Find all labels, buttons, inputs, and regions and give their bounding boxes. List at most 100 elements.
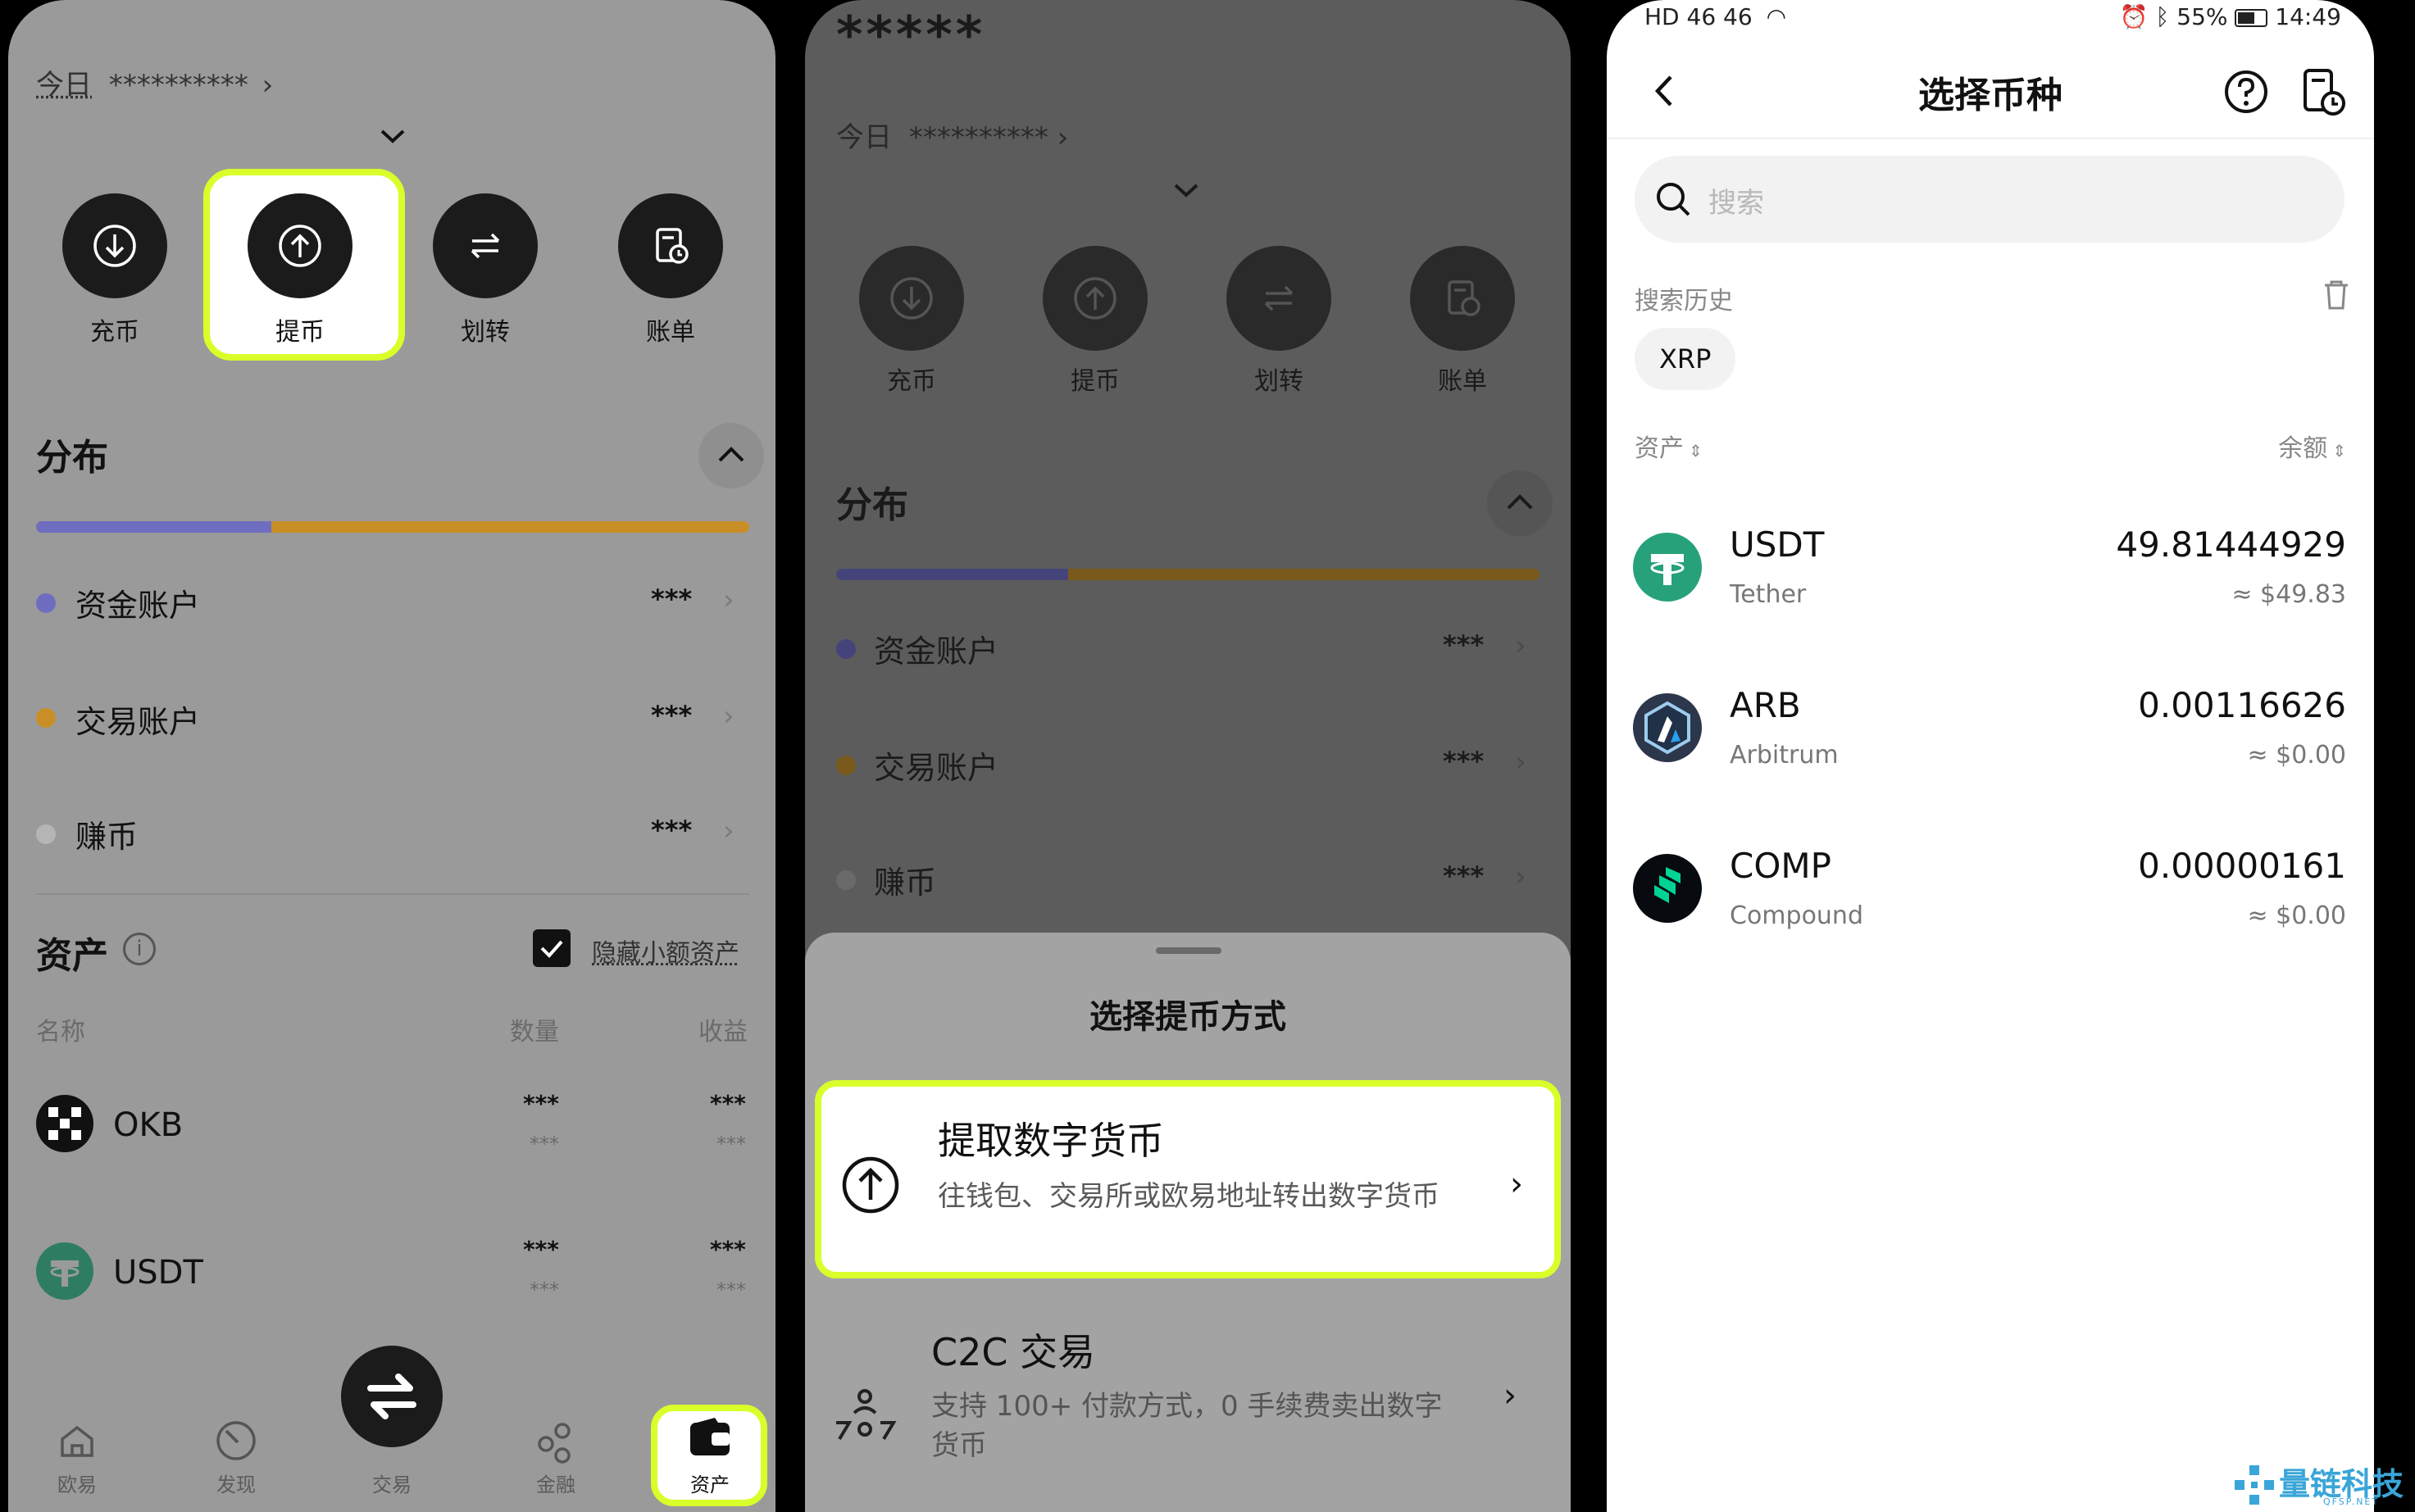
earn-account-value: *** <box>1443 860 1485 892</box>
history-button[interactable] <box>2300 67 2346 120</box>
wallet-icon[interactable] <box>687 1416 733 1462</box>
chevron-right-icon[interactable]: › <box>723 700 735 733</box>
deposit-button[interactable] <box>62 193 167 298</box>
chevron-right-icon[interactable]: › <box>723 583 735 616</box>
withdraw-icon <box>1074 277 1117 320</box>
col-asset[interactable]: 资产 ⇕ <box>1635 428 1703 464</box>
coin-amount: 0.00000161 <box>2138 846 2346 886</box>
okb-qty-sub: *** <box>530 1133 559 1156</box>
col-qty: 数量 <box>510 1018 559 1047</box>
usdt-name[interactable]: USDT <box>113 1254 203 1292</box>
transfer-icon <box>471 233 500 259</box>
chevron-right-icon: › <box>1503 1377 1517 1414</box>
deposit-button[interactable] <box>859 246 964 351</box>
withdraw-button[interactable] <box>1043 246 1148 351</box>
chevron-right-icon[interactable]: › <box>1515 746 1526 779</box>
search-input[interactable]: 搜索 <box>1635 156 2345 243</box>
chevron-down-icon[interactable] <box>1172 182 1200 203</box>
history-icon <box>2304 69 2345 116</box>
fund-account-label[interactable]: 资金账户 <box>75 580 200 625</box>
c2c-icon <box>833 1385 897 1446</box>
okb-profit: *** <box>710 1090 746 1117</box>
discover-icon[interactable] <box>213 1418 259 1467</box>
home-icon[interactable] <box>56 1419 98 1465</box>
nav-home-label[interactable]: 欧易 <box>28 1469 126 1497</box>
earn-account-label[interactable]: 赚币 <box>75 811 138 856</box>
bill-button[interactable] <box>618 193 723 298</box>
bill-button[interactable] <box>1410 246 1515 351</box>
fund-account-value: *** <box>1443 629 1485 661</box>
search-placeholder: 搜索 <box>1708 187 1764 220</box>
sheet-handle[interactable] <box>1156 947 1221 954</box>
usdt-qty: *** <box>523 1236 559 1263</box>
status-left: HD 46 46 ◠ <box>1644 3 1786 30</box>
col-balance-label: 余额 <box>2278 434 2328 463</box>
today-pnl[interactable]: 今日 ********** › <box>836 115 1068 155</box>
help-button[interactable] <box>2223 69 2269 118</box>
chevron-down-icon[interactable] <box>379 128 407 149</box>
chevron-up-icon <box>718 447 744 462</box>
okb-logo <box>36 1095 93 1152</box>
withdraw-label: 提币 <box>1071 367 1120 396</box>
chevron-right-icon: › <box>1057 121 1069 154</box>
chevron-right-icon: › <box>1510 1165 1523 1203</box>
divider <box>36 893 749 895</box>
trade-fab[interactable] <box>341 1346 443 1447</box>
trash-icon[interactable] <box>2322 279 2351 315</box>
transfer-button[interactable] <box>433 193 538 298</box>
today-pnl[interactable]: 今日 ********** › <box>36 62 273 102</box>
deposit-icon <box>93 225 136 267</box>
col-name: 名称 <box>36 1018 85 1047</box>
coin-row-arb[interactable]: ARB Arbitrum 0.00116626 ≈ $0.00 <box>1607 669 2374 800</box>
chevron-right-icon[interactable]: › <box>1515 629 1526 662</box>
okb-qty: *** <box>523 1090 559 1117</box>
fund-account-label[interactable]: 资金账户 <box>874 626 998 671</box>
today-label: 今日 <box>836 121 892 154</box>
hide-small-checkbox[interactable] <box>533 929 571 967</box>
collapse-button[interactable] <box>698 423 764 488</box>
collapse-button[interactable] <box>1487 470 1553 536</box>
withdraw-crypto-desc: 往钱包、交易所或欧易地址转出数字货币 <box>938 1180 1439 1213</box>
history-label: 搜索历史 <box>1635 287 1733 316</box>
bluetooth-icon: ᛒ <box>2155 3 2170 30</box>
assets-screen: 今日 ********** › 充币 提币 划转 账单 分布 资金账户 *** … <box>8 0 775 1512</box>
fund-dot <box>836 639 856 659</box>
earn-account-value: *** <box>651 815 693 846</box>
hide-small-label[interactable]: 隐藏小额资产 <box>592 933 739 969</box>
transfer-button[interactable] <box>1226 246 1331 351</box>
col-balance[interactable]: 余额 ⇕ <box>2278 428 2346 464</box>
alarm-icon: ⏰ <box>2119 3 2149 30</box>
arb-logo <box>1633 693 1702 762</box>
checkmark-icon <box>540 940 563 958</box>
earn-account-label[interactable]: 赚币 <box>874 857 936 902</box>
c2c-option[interactable]: C2C 交易 支持 100+ 付款方式，0 手续费卖出数字货币 › <box>815 1306 1561 1500</box>
trade-account-label[interactable]: 交易账户 <box>75 697 200 742</box>
bill-icon <box>1448 280 1480 316</box>
finance-icon[interactable] <box>533 1419 579 1469</box>
col-asset-label: 资产 <box>1635 434 1684 463</box>
withdraw-method-screen: ***** 今日 ********** › 充币 提币 划转 账单 分布 资金账… <box>805 0 1571 1512</box>
history-chip[interactable]: XRP <box>1635 328 1736 390</box>
okb-name[interactable]: OKB <box>113 1106 183 1144</box>
info-icon[interactable]: i <box>123 933 156 965</box>
trade-account-label[interactable]: 交易账户 <box>874 742 998 788</box>
withdraw-crypto-option[interactable]: 提取数字货币 往钱包、交易所或欧易地址转出数字货币 › <box>815 1080 1561 1278</box>
coin-row-comp[interactable]: COMP Compound 0.00000161 ≈ $0.00 <box>1607 829 2374 960</box>
nav-finance-label[interactable]: 金融 <box>507 1469 605 1497</box>
today-value: ********** <box>908 121 1048 154</box>
c2c-title: C2C 交易 <box>931 1330 1096 1374</box>
nav-assets-label[interactable]: 资产 <box>661 1469 759 1497</box>
chevron-right-icon[interactable]: › <box>723 815 735 847</box>
chevron-up-icon <box>1507 494 1533 510</box>
nav-discover-label[interactable]: 发现 <box>187 1469 285 1497</box>
transfer-label: 划转 <box>1254 367 1303 396</box>
withdraw-button[interactable] <box>248 193 352 298</box>
fund-dot <box>36 593 56 613</box>
bill-icon <box>656 228 689 264</box>
okb-profit-sub: *** <box>716 1133 746 1156</box>
chevron-right-icon[interactable]: › <box>1515 860 1526 893</box>
nav-trade-label[interactable]: 交易 <box>343 1469 441 1497</box>
search-icon <box>1657 183 1690 216</box>
comp-logo <box>1633 854 1702 923</box>
coin-row-usdt[interactable]: USDT Tether 49.81444929 ≈ $49.83 <box>1607 508 2374 639</box>
